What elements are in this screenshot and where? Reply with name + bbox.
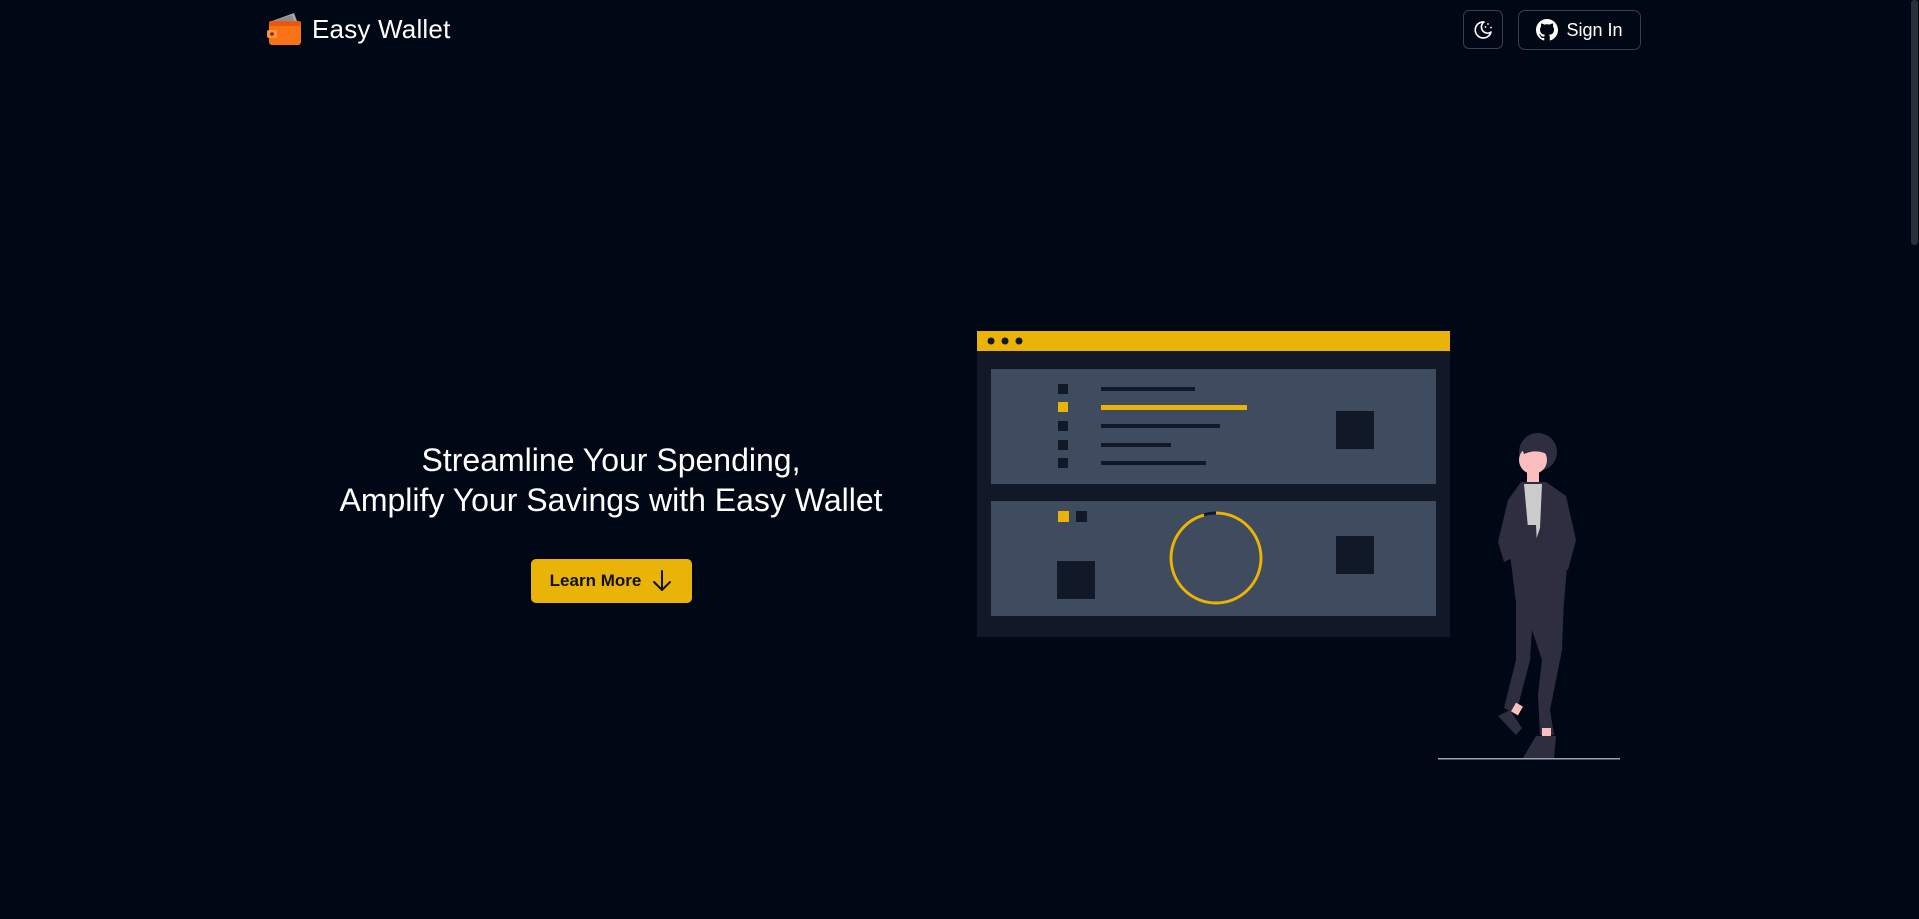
top-navbar: Easy Wallet Sign In	[0, 0, 1919, 62]
theme-toggle-button[interactable]	[1463, 10, 1503, 49]
browser-window	[977, 331, 1450, 637]
sign-in-button[interactable]: Sign In	[1518, 10, 1641, 50]
brand-name: Easy Wallet	[312, 13, 451, 44]
sign-in-label: Sign In	[1566, 19, 1623, 40]
brand-home-link[interactable]: Easy Wallet	[266, 10, 451, 48]
hero-title-line-1: Streamline Your Spending,	[421, 442, 801, 478]
learn-more-label: Learn More	[549, 571, 642, 590]
arrow-down-icon	[653, 570, 672, 591]
person-figure	[1438, 433, 1620, 760]
scrollbar-thumb[interactable]	[1911, 0, 1918, 245]
hero-title-line-2: Amplify Your Savings with Easy Wallet	[339, 482, 883, 518]
landing-page: Easy Wallet Sign In Streamline Your Spen…	[0, 0, 1919, 919]
github-icon	[1536, 19, 1559, 41]
moon-sun-icon	[1474, 20, 1492, 39]
hero-title: Streamline Your Spending, Amplify Your S…	[300, 440, 922, 520]
hero-section: Streamline Your Spending, Amplify Your S…	[300, 440, 922, 520]
learn-more-button[interactable]: Learn More	[531, 559, 692, 603]
wallet-icon	[267, 13, 301, 45]
dashboard-illustration	[977, 331, 1620, 760]
vertical-scrollbar[interactable]	[1910, 0, 1919, 919]
